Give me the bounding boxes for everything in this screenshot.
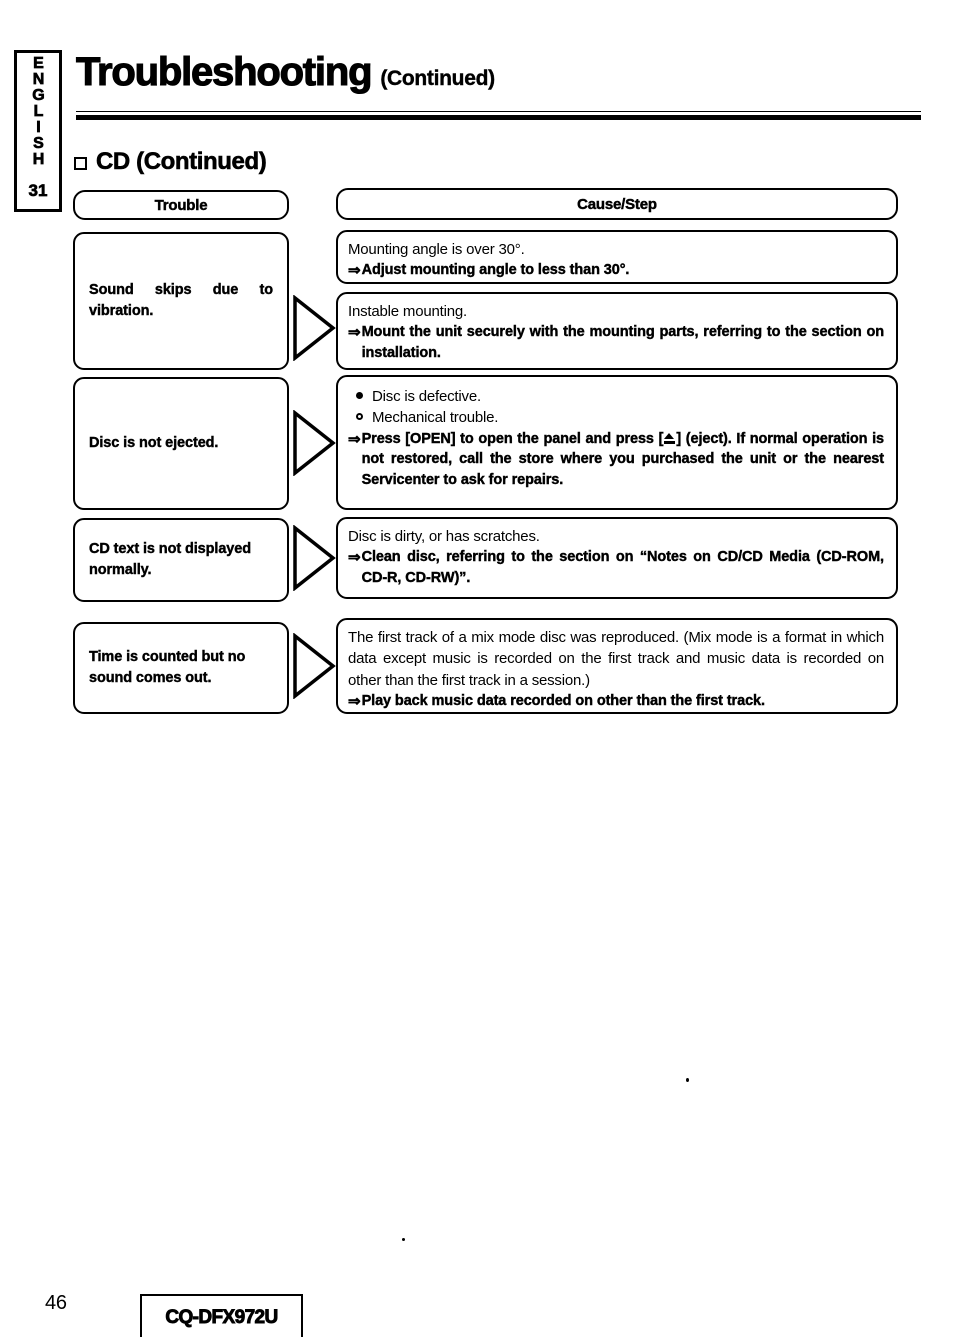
trouble-text: CD text is not displayed normally. xyxy=(89,540,251,578)
triangle-right-icon xyxy=(292,525,336,591)
triangle-right-icon xyxy=(292,295,336,361)
cause-text: Disc is dirty, or has scratches. xyxy=(348,528,540,545)
trouble-text: Sound skips due to vibration. xyxy=(89,281,274,319)
step-arrow-icon: ⇒ xyxy=(348,549,361,567)
open-ring-bullet-icon xyxy=(356,413,363,421)
model-number-box: CQ-DFX972U xyxy=(140,1294,303,1337)
language-tab-label: ENGLISH xyxy=(30,55,48,168)
step-text-before: Press [OPEN] to open the panel and press… xyxy=(361,430,664,447)
cause-text: The first track of a mix mode disc was r… xyxy=(348,629,884,689)
step-line: ⇒ Clean disc, referring to the section o… xyxy=(348,547,884,588)
step-arrow-icon: ⇒ xyxy=(348,692,361,710)
eject-icon xyxy=(664,432,676,444)
page-header: Troubleshooting (Continued) xyxy=(75,50,926,104)
filled-ring-bullet-icon xyxy=(356,392,363,399)
step-line: ⇒ Press [OPEN] to open the panel and pre… xyxy=(348,429,884,491)
step-text: Adjust mounting angle to less than 30°. xyxy=(361,262,630,279)
cause-text: Disc is defective. xyxy=(372,388,481,405)
language-tab-number: 31 xyxy=(28,181,48,201)
step-line: ⇒ Play back music data recorded on other… xyxy=(348,691,884,712)
triangle-right-icon xyxy=(292,410,336,476)
triangle-right-icon xyxy=(292,633,336,699)
step-arrow-icon: ⇒ xyxy=(348,262,361,280)
table-row: Sound skips due to vibration. xyxy=(73,232,289,370)
trouble-text: Disc is not ejected. xyxy=(89,434,219,451)
step-arrow-icon: ⇒ xyxy=(348,430,361,448)
trouble-text: Time is counted but no sound comes out. xyxy=(89,648,246,686)
cause-step-box: The first track of a mix mode disc was r… xyxy=(336,618,898,714)
cause-step-box: Disc is dirty, or has scratches. ⇒ Clean… xyxy=(336,517,898,599)
step-text: Mount the unit securely with the mountin… xyxy=(361,324,884,361)
page-title-suffix: (Continued) xyxy=(380,67,495,90)
cause-bullet-item: Mechanical trouble. xyxy=(348,407,884,428)
table-row: CD text is not displayed normally. xyxy=(73,518,289,602)
cause-step-box: Disc is defective. Mechanical trouble. ⇒… xyxy=(336,375,898,510)
header-rule-thin xyxy=(76,111,921,112)
step-arrow-icon: ⇒ xyxy=(348,324,361,342)
step-line: ⇒ Mount the unit securely with the mount… xyxy=(348,322,884,363)
column-header-trouble: Trouble xyxy=(73,190,289,220)
open-square-bullet-icon xyxy=(74,156,87,170)
table-row: Time is counted but no sound comes out. xyxy=(73,622,289,714)
header-rule-thick xyxy=(76,115,921,120)
cause-bullet-item: Disc is defective. xyxy=(348,386,884,407)
model-number: CQ-DFX972U xyxy=(165,1306,279,1328)
step-text: Clean disc, referring to the section on … xyxy=(361,549,884,586)
language-side-tab: ENGLISH 31 xyxy=(14,50,62,212)
scan-speck xyxy=(402,1238,405,1241)
scan-speck xyxy=(686,1078,689,1082)
table-row: Disc is not ejected. xyxy=(73,377,289,510)
cause-step-box: Mounting angle is over 30°. ⇒ Adjust mou… xyxy=(336,230,898,284)
cause-text: Mounting angle is over 30°. xyxy=(348,241,525,258)
cause-text: Instable mounting. xyxy=(348,303,467,320)
step-text: Press [OPEN] to open the panel and press… xyxy=(361,429,884,491)
page-title: Troubleshooting xyxy=(75,50,373,94)
page-number: 46 xyxy=(45,1292,67,1314)
step-text: Play back music data recorded on other t… xyxy=(361,692,765,709)
section-heading-label: CD (Continued) xyxy=(96,148,267,176)
cause-step-box: Instable mounting. ⇒ Mount the unit secu… xyxy=(336,292,898,370)
cause-text: Mechanical trouble. xyxy=(372,409,499,427)
section-heading: CD (Continued) xyxy=(74,148,267,176)
step-line: ⇒ Adjust mounting angle to less than 30°… xyxy=(348,260,884,281)
column-header-cause-step: Cause/Step xyxy=(336,188,898,220)
